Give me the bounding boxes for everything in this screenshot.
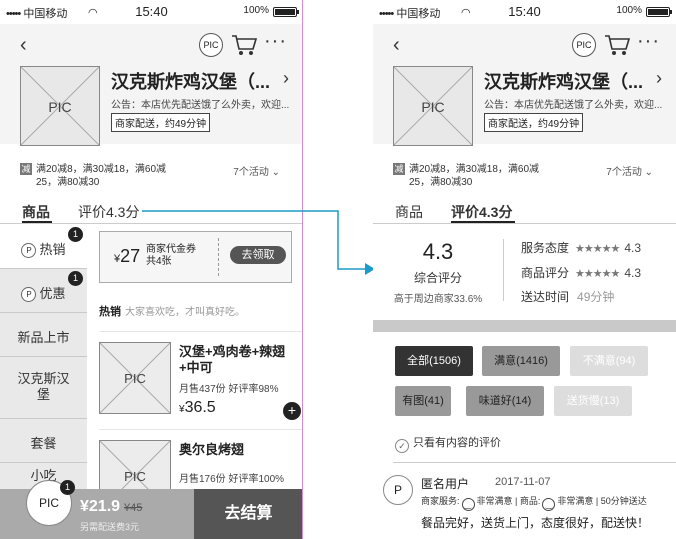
promo-bar[interactable]: 减满20减8，满30减18，满60减25，满80减30 7个活动 ⌄ — [20, 163, 280, 189]
tab-rating[interactable]: 评价4.3分 — [78, 202, 139, 222]
food-image: PIC — [99, 342, 171, 414]
review-tags: 商家服务: ‿ 非常满意 | 商品: ‿ 非常满意 | 50分钟送达 — [421, 496, 647, 511]
count-badge: 1 — [68, 271, 83, 286]
sidebar-item-combo[interactable]: 套餐 — [0, 419, 87, 463]
battery-icon — [273, 7, 299, 17]
count-badge: 1 — [68, 227, 83, 242]
shop-header: ‹ PIC ··· PIC 汉克斯炸鸡汉堡（... › 公告：本店优先配送饿了么… — [373, 24, 676, 146]
p-icon: P — [21, 287, 37, 302]
overall-score: 4.3 — [422, 239, 454, 264]
battery-percent: 100% — [616, 5, 642, 16]
filter-unsatisfied-button[interactable]: 不满意(94) — [570, 346, 648, 376]
only-content-toggle[interactable]: ✓ 只看有内容的评价 — [395, 434, 501, 453]
promo-bar[interactable]: 减满20减8，满30减18，满60减25，满80减30 7个活动 ⌄ — [393, 163, 653, 189]
shop-avatar-icon[interactable]: PIC — [199, 33, 223, 57]
food-name: 奥尔良烤翅 — [179, 442, 245, 457]
overall-score-label: 综合评分 — [413, 271, 462, 285]
more-icon[interactable]: ··· — [264, 30, 287, 53]
avatar: P — [383, 475, 413, 505]
shop-notice: 公告：本店优先配送饿了么外卖，欢迎... — [111, 100, 290, 111]
back-icon[interactable]: ‹ — [20, 34, 27, 57]
battery-percent: 100% — [243, 5, 269, 16]
status-bar: ••••• 中国移动 ◠ 15:40 100% — [373, 0, 676, 24]
tab-rating[interactable]: 评价4.3分 — [451, 202, 512, 222]
check-icon: ✓ — [395, 439, 409, 453]
tab-goods[interactable]: 商品 — [22, 202, 50, 222]
score-comparison: 高于周边商家33.6% — [393, 294, 483, 305]
food-price: ¥36.5 — [179, 399, 216, 416]
food-sales: 月售176份 好评率100% — [179, 474, 285, 485]
coupon-amount: ¥27 — [114, 246, 141, 266]
category-sidebar: P 热销 1 P 优惠 1 新品上市 汉克斯汉堡 套餐 小吃 — [0, 225, 87, 507]
discount-icon: 减 — [393, 163, 405, 175]
divider — [503, 239, 504, 301]
star-icon: ★★★★★ — [575, 268, 620, 280]
star-icon: ★★★★★ — [575, 243, 620, 255]
tab-bar: 商品 评价4.3分 — [373, 198, 676, 224]
chevron-right-icon[interactable]: › — [656, 68, 662, 89]
delivery-time: 送达时间 49分钟 — [521, 290, 615, 304]
review-item: P 匿名用户 2017-11-07 商家服务: ‿ 非常满意 | 商品: ‿ 非常满意 … — [373, 472, 676, 539]
goods-rating: 商品评分 ★★★★★ 4.3 — [521, 266, 642, 280]
activities-link[interactable]: 7个活动 ⌄ — [606, 163, 653, 178]
promo-text: 满20减8，满30减18，满60减25，满80减30 — [36, 164, 167, 188]
checkout-button[interactable]: 去结算 — [194, 489, 302, 539]
phone-rating-screen: ••••• 中国移动 ◠ 15:40 100% ‹ PIC ··· PIC 汉克… — [373, 0, 676, 539]
back-icon[interactable]: ‹ — [393, 34, 400, 57]
tab-goods[interactable]: 商品 — [395, 202, 423, 222]
delivery-tag: 商家配送，约49分钟 — [111, 113, 211, 132]
delivery-tag: 商家配送，约49分钟 — [484, 113, 584, 132]
discount-icon: 减 — [20, 163, 32, 175]
shop-notice: 公告：本店优先配送饿了么外卖，欢迎... — [484, 100, 663, 111]
filter-slow-button[interactable]: 送货慢(13) — [554, 386, 632, 416]
review-user: 匿名用户 — [421, 477, 470, 491]
chevron-right-icon[interactable]: › — [283, 68, 289, 89]
food-item[interactable]: PIC 汉堡+鸡肉卷+辣翅+中可 月售437份 好评率98% ¥36.5 + — [99, 331, 302, 420]
status-bar: ••••• 中国移动 ◠ 15:40 100% — [0, 0, 302, 24]
section-title: 热销 大家喜欢吃，才叫真好吃。 — [99, 306, 245, 318]
review-date: 2017-11-07 — [495, 476, 551, 488]
more-icon[interactable]: ··· — [637, 30, 660, 53]
delivery-fee: 另需配送费3元 — [80, 522, 140, 532]
cart-icon[interactable] — [604, 33, 630, 57]
filter-tasty-button[interactable]: 味道好(14) — [466, 386, 544, 416]
sidebar-item-new[interactable]: 新品上市 — [0, 313, 87, 357]
rating-summary: 4.3 综合评分 高于周边商家33.6% 服务态度 ★★★★★ 4.3 商品评分 ★★… — [373, 225, 676, 320]
review-comment: 餐品完好，送货上门，态度很好，配送快！ — [421, 516, 650, 530]
shop-name[interactable]: 汉克斯炸鸡汉堡（... — [484, 68, 643, 94]
shop-logo: PIC — [20, 66, 100, 146]
food-name: 汉堡+鸡肉卷+辣翅+中可 — [179, 344, 286, 375]
battery-icon — [646, 7, 672, 17]
tab-underline — [451, 221, 515, 223]
review-filters: 全部(1506) 满意(1416) 不满意(94) 有图(41) 味道好(14)… — [373, 332, 676, 424]
cart-icon[interactable] — [231, 33, 257, 57]
promo-text: 满20减8，满30减18，满60减25，满80减30 — [409, 164, 540, 188]
shop-header: ‹ PIC ··· PIC 汉克斯炸鸡汉堡（... › 公告：本店优先配送饿了么… — [0, 24, 302, 146]
activities-link[interactable]: 7个活动 ⌄ — [233, 163, 280, 178]
filter-satisfied-button[interactable]: 满意(1416) — [482, 346, 560, 376]
service-rating: 服务态度 ★★★★★ 4.3 — [521, 241, 642, 255]
section-separator — [373, 320, 676, 332]
filter-with-pic-button[interactable]: 有图(41) — [395, 386, 451, 416]
filter-all-button[interactable]: 全部(1506) — [395, 346, 473, 376]
flow-arrow — [142, 210, 375, 275]
smiley-icon: ‿ — [542, 498, 556, 511]
add-to-cart-button[interactable]: + — [283, 402, 301, 420]
smiley-icon: ‿ — [461, 498, 475, 511]
sidebar-item-discount[interactable]: P 优惠 1 — [0, 269, 87, 313]
food-sales: 月售437份 好评率98% — [179, 384, 279, 395]
divider — [393, 462, 676, 463]
cart-total: ¥21.9 ¥45 — [80, 498, 143, 515]
sidebar-item-hot[interactable]: P 热销 1 — [0, 225, 87, 269]
sidebar-item-burger[interactable]: 汉克斯汉堡 — [0, 357, 87, 419]
shop-logo: PIC — [393, 66, 473, 146]
cart-count-badge: 1 — [60, 480, 75, 495]
tab-underline — [22, 221, 52, 223]
p-icon: P — [21, 243, 37, 258]
shop-name[interactable]: 汉克斯炸鸡汉堡（... — [111, 68, 270, 94]
shop-avatar-icon[interactable]: PIC — [572, 33, 596, 57]
